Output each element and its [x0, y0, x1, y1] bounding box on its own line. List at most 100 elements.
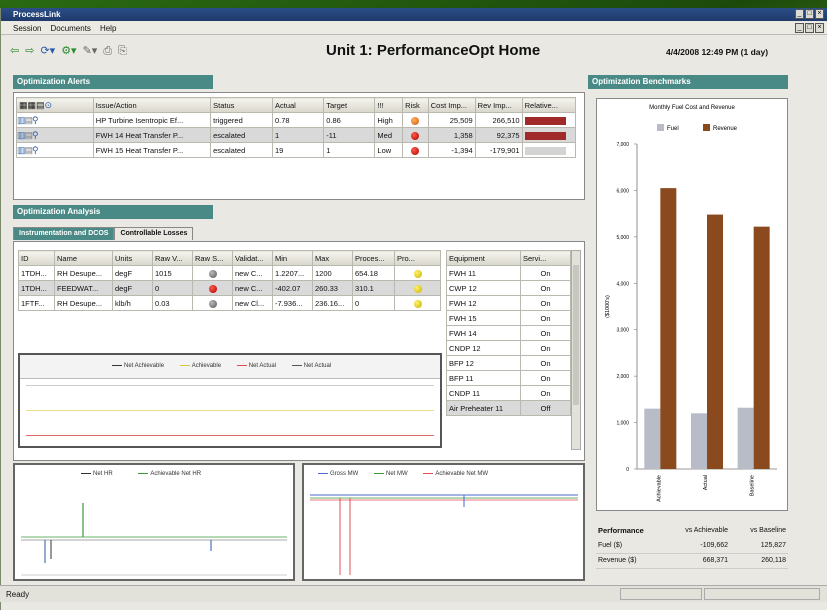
equipment-name: CNDP 12	[446, 340, 521, 356]
equipment-row[interactable]: CNDP 11 On	[446, 385, 571, 401]
y-tick-label: 6,000	[616, 188, 629, 194]
mdi-minimize-button[interactable]: _	[795, 23, 804, 33]
col-cost[interactable]: Cost Imp...	[427, 97, 476, 113]
col-raw-status[interactable]: Raw S...	[192, 250, 233, 266]
instrument-id: 1TDH...	[18, 280, 55, 296]
alert-actual: 19	[271, 142, 325, 158]
instrument-units: degF	[112, 280, 153, 296]
notes-icon[interactable]: ▤	[25, 115, 33, 125]
maximize-button[interactable]: □	[805, 9, 814, 19]
alert-issue: HP Turbine Isentropic Ef...	[92, 112, 212, 128]
alert-row[interactable]: ▥▤⚲ FWH 14 Heat Transfer P... escalated 1 -1…	[16, 127, 577, 143]
col-name[interactable]: Name	[54, 250, 113, 266]
back-arrow-icon[interactable]: ⇦	[10, 45, 19, 57]
alert-row-icons[interactable]: ▥▤⚲	[16, 127, 94, 143]
notes-icon[interactable]: ▤	[25, 130, 33, 140]
col-relative[interactable]: Relative...	[521, 97, 577, 113]
risk-indicator-icon	[411, 116, 420, 125]
mdi-close-button[interactable]: ×	[815, 23, 824, 33]
equipment-service: On	[520, 280, 571, 296]
fuel-vs-baseline: 125,827	[730, 538, 788, 554]
equipment-scrollbar[interactable]	[571, 250, 581, 450]
col-issue[interactable]: Issue/Action	[92, 97, 212, 113]
equipment-row[interactable]: BFP 12 On	[446, 355, 571, 371]
menu-session[interactable]: Session	[13, 24, 41, 34]
heat-rate-legend: Net HR Achievable Net HR	[79, 471, 201, 477]
col-equipment[interactable]: Equipment	[446, 250, 521, 266]
toolbar: ⇦ ⇨ ⟳▾ ⚙▾ ✎▾ ⎙ ⎘	[10, 45, 127, 57]
alert-row[interactable]: ▥▤⚲ FWH 15 Heat Transfer P... escalated 19 1…	[16, 142, 577, 158]
chart-icon[interactable]: ▥	[17, 130, 25, 140]
col-status[interactable]: Status	[210, 97, 273, 113]
instrument-row[interactable]: 1TDH... FEEDWAT... degF 0 new C... -402.07 260…	[18, 280, 441, 296]
alert-target: 0.86	[323, 112, 376, 128]
menu-documents[interactable]: Documents	[50, 24, 90, 34]
equipment-row[interactable]: Air Preheater 11 Off	[446, 400, 571, 416]
col-actual[interactable]: Actual	[271, 97, 325, 113]
x-tick-label: Actual	[703, 475, 709, 490]
equipment-name: CNDP 11	[446, 385, 521, 401]
alert-status: triggered	[210, 112, 273, 128]
alerts-table: ▦▦▤⊙ Issue/Action Status Actual Target !…	[16, 97, 577, 158]
relative-bar	[524, 116, 567, 125]
equipment-service: On	[520, 295, 571, 311]
alert-row-icons[interactable]: ▥▤⚲	[16, 112, 94, 128]
instrument-validation: new Cl...	[232, 295, 273, 311]
close-button[interactable]: ×	[815, 9, 824, 19]
col-priority[interactable]: !!!	[374, 97, 404, 113]
status-indicator-icon	[208, 299, 217, 308]
y-tick-label: 5,000	[616, 235, 629, 241]
col-risk[interactable]: Risk	[402, 97, 429, 113]
equipment-row[interactable]: FWH 15 On	[446, 310, 571, 326]
instrument-id: 1FTF...	[18, 295, 55, 311]
col-min[interactable]: Min	[272, 250, 313, 266]
status-bar: Ready	[0, 585, 827, 602]
forward-arrow-icon[interactable]: ⇨	[25, 45, 34, 57]
col-rev[interactable]: Rev Imp...	[474, 97, 523, 113]
col-validation[interactable]: Validat...	[232, 250, 273, 266]
col-max[interactable]: Max	[312, 250, 353, 266]
equipment-row[interactable]: CNDP 12 On	[446, 340, 571, 356]
scrollbar-thumb[interactable]	[573, 265, 579, 405]
magnifier-icon[interactable]: ⚲	[32, 145, 39, 155]
risk-indicator-icon	[411, 146, 420, 155]
chart-icon[interactable]: ▥	[17, 145, 25, 155]
menu-help[interactable]: Help	[100, 24, 116, 34]
magnifier-icon[interactable]: ⚲	[32, 130, 39, 140]
mdi-restore-button[interactable]: □	[805, 23, 814, 33]
col-pro-status[interactable]: Pro...	[394, 250, 441, 266]
alert-row[interactable]: ▥▤⚲ HP Turbine Isentropic Ef... triggered 0…	[16, 112, 577, 128]
col-units[interactable]: Units	[112, 250, 153, 266]
equipment-row[interactable]: FWH 12 On	[446, 295, 571, 311]
print-preview-icon[interactable]: ⎘	[118, 45, 127, 57]
minimize-button[interactable]: _	[795, 9, 804, 19]
bar-revenue-baseline	[753, 226, 770, 469]
print-icon[interactable]: ⎙	[103, 45, 112, 57]
instrument-row[interactable]: 1TDH... RH Desupe... degF 1015 new C... 1.220…	[18, 265, 441, 281]
tab-controllable-losses[interactable]: Controllable Losses	[114, 227, 194, 240]
instrument-raw-status	[192, 280, 233, 296]
instrument-max: 236.16...	[312, 295, 353, 311]
col-id[interactable]: ID	[18, 250, 55, 266]
equipment-row[interactable]: BFP 11 On	[446, 370, 571, 386]
link-icon[interactable]: ✎▾	[83, 45, 98, 57]
alert-row-icons[interactable]: ▥▤⚲	[16, 142, 94, 158]
refresh-icon[interactable]: ⟳▾	[40, 45, 55, 57]
col-raw-value[interactable]: Raw V...	[152, 250, 193, 266]
col-target[interactable]: Target	[323, 97, 376, 113]
alert-issue: FWH 15 Heat Transfer P...	[92, 142, 212, 158]
instrument-name: RH Desupe...	[54, 265, 113, 281]
col-service[interactable]: Servi...	[520, 250, 571, 266]
equipment-name: FWH 14	[446, 325, 521, 341]
notes-icon[interactable]: ▤	[25, 145, 33, 155]
equipment-row[interactable]: FWH 14 On	[446, 325, 571, 341]
instrument-row[interactable]: 1FTF... RH Desupe... klb/h 0.03 new Cl... -7.…	[18, 295, 441, 311]
magnifier-icon[interactable]: ⚲	[32, 115, 39, 125]
chart-icon[interactable]: ▥	[17, 115, 25, 125]
equipment-row[interactable]: FWH 11 On	[446, 265, 571, 281]
equipment-row[interactable]: CWP 12 On	[446, 280, 571, 296]
tab-instrumentation[interactable]: Instrumentation and DCOS	[13, 227, 115, 240]
tools-icon[interactable]: ⚙▾	[61, 45, 76, 57]
instrument-raw-value: 0	[152, 280, 193, 296]
col-processed[interactable]: Proces...	[352, 250, 395, 266]
